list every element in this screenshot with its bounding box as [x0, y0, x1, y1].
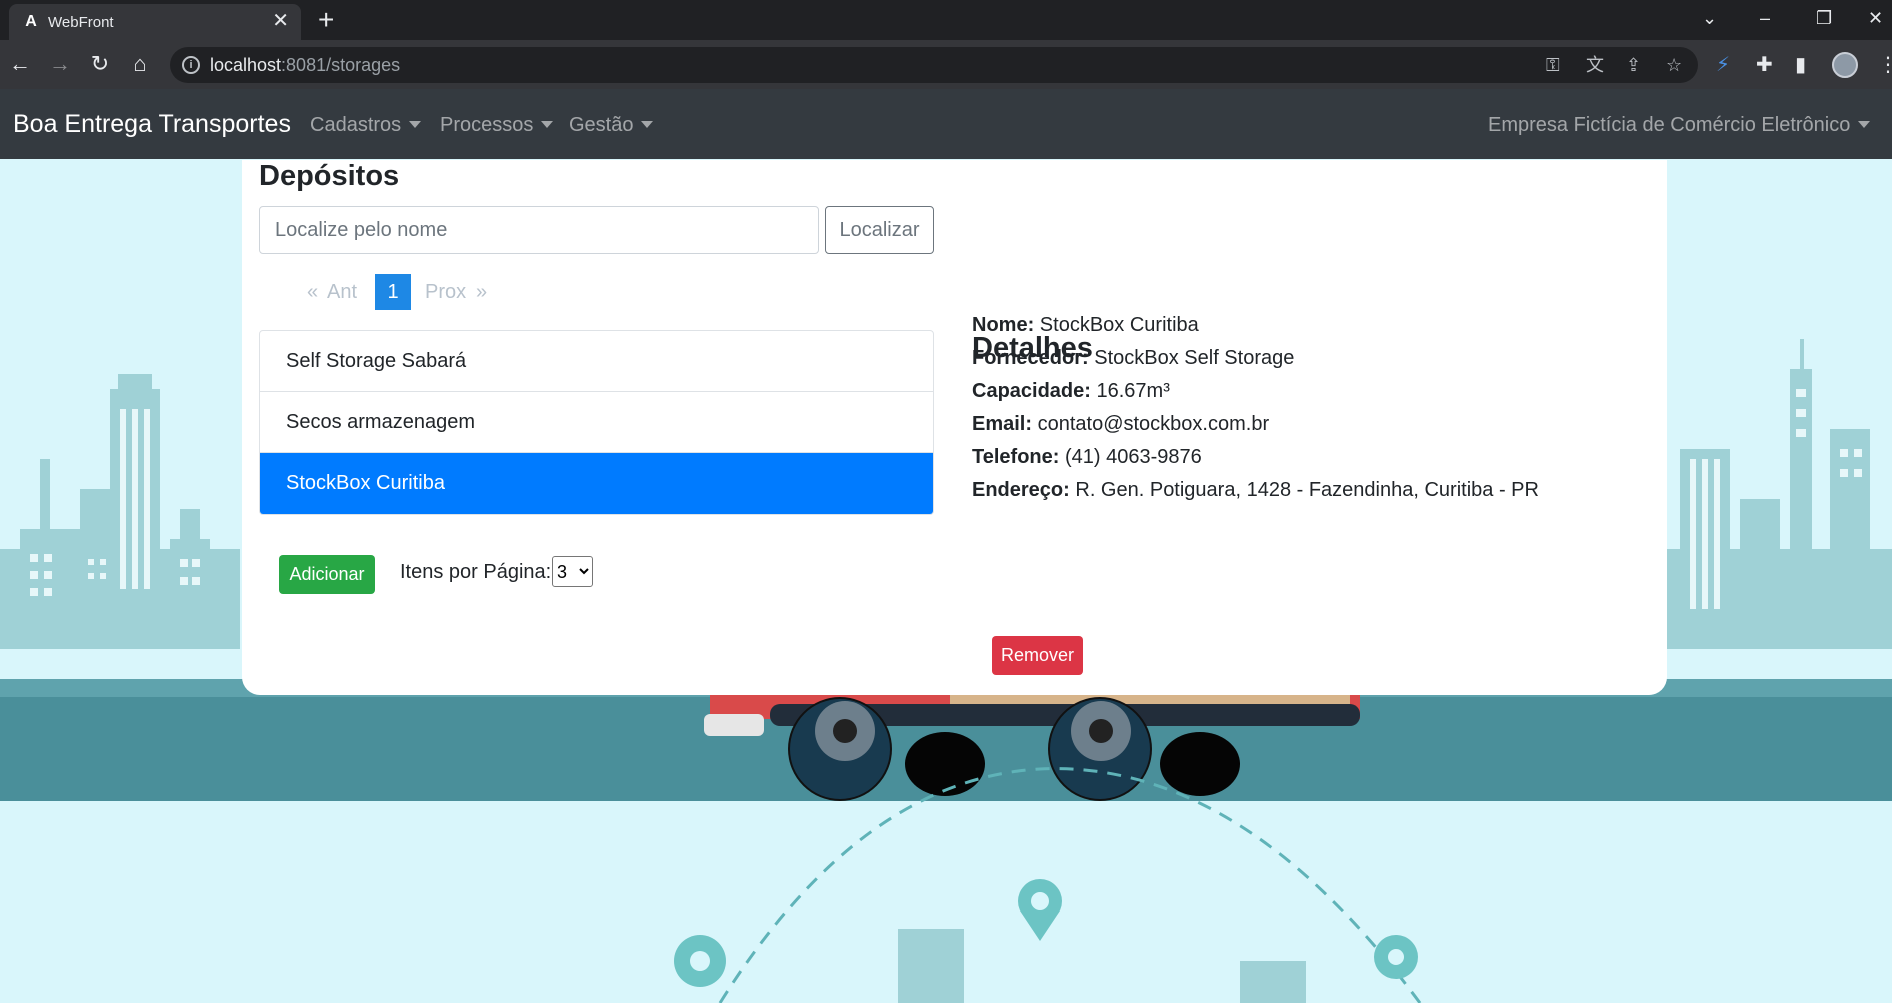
nav-gestao[interactable]: Gestão [569, 114, 654, 137]
page-next[interactable]: Prox [425, 274, 466, 310]
search-button[interactable]: Localizar [825, 206, 934, 254]
add-button[interactable]: Adicionar [279, 555, 375, 594]
avatar[interactable] [1832, 52, 1858, 78]
detail-value: R. Gen. Potiguara, 1428 - Fazendinha, Cu… [1075, 479, 1539, 501]
page-first[interactable]: « [307, 274, 318, 310]
page-current[interactable]: 1 [375, 274, 411, 310]
detail-label: Fornecedor: [972, 347, 1089, 369]
detail-name: Nome: StockBox Curitiba [972, 314, 1199, 337]
restore-icon[interactable]: ❐ [1816, 6, 1832, 30]
detail-value: StockBox Curitiba [1039, 314, 1199, 336]
share-icon[interactable]: ⇪ [1626, 55, 1641, 75]
detail-label: Email: [972, 413, 1033, 435]
nav-processos-label: Processos [440, 114, 534, 136]
caret-down-icon [541, 121, 554, 128]
home-icon[interactable]: ⌂ [126, 51, 154, 77]
back-icon[interactable]: ← [6, 51, 34, 77]
tab-title: WebFront [48, 14, 114, 31]
per-page-select[interactable]: 3 [552, 556, 593, 587]
detail-address: Endereço: R. Gen. Potiguara, 1428 - Faze… [972, 479, 1539, 502]
browser-toolbar: ← → ↻ ⌂ i localhost:8081/storages ⚿ 文 ⇪ … [0, 40, 1892, 89]
url-host: localhost [210, 55, 282, 75]
detail-value: contato@stockbox.com.br [1037, 413, 1270, 435]
list-item-selected[interactable]: StockBox Curitiba [260, 453, 933, 514]
page-last[interactable]: » [476, 274, 487, 310]
nav-company-label: Empresa Fictícia de Comércio Eletrônico [1488, 114, 1851, 136]
caret-down-icon [1858, 121, 1871, 128]
browser-tab[interactable]: A WebFront ✕ [9, 4, 301, 40]
angular-icon: A [25, 13, 37, 30]
detail-label: Endereço: [972, 479, 1070, 501]
star-icon[interactable]: ☆ [1666, 55, 1682, 75]
remove-button[interactable]: Remover [992, 636, 1083, 675]
nav-cadastros-label: Cadastros [310, 114, 402, 136]
chevron-down-icon[interactable]: ⌄ [1702, 6, 1717, 30]
detail-label: Capacidade: [972, 380, 1091, 402]
list-item[interactable]: Secos armazenagem [260, 392, 933, 453]
browser-tab-bar: A WebFront ✕ + ⌄ – ❐ ✕ [0, 0, 1892, 40]
search-input[interactable] [259, 206, 819, 254]
nav-cadastros[interactable]: Cadastros [310, 114, 422, 137]
forward-icon[interactable]: → [46, 51, 74, 77]
reload-icon[interactable]: ↻ [86, 51, 114, 77]
nav-gestao-label: Gestão [569, 114, 634, 136]
puzzle-icon[interactable]: ✚ [1756, 55, 1773, 75]
detail-value: (41) 4063-9876 [1064, 446, 1202, 468]
caret-down-icon [409, 121, 422, 128]
url-text[interactable]: localhost:8081/storages [210, 55, 400, 76]
nav-company[interactable]: Empresa Fictícia de Comércio Eletrônico [1488, 114, 1871, 137]
detail-label: Nome: [972, 314, 1035, 336]
extension-icon[interactable]: ⚡ [1716, 55, 1730, 75]
storages-card: Depósitos Localizar « Ant 1 Prox » Self … [242, 160, 1667, 695]
info-icon[interactable]: i [182, 56, 200, 74]
window-close-icon[interactable]: ✕ [1868, 6, 1883, 30]
kebab-menu-icon[interactable]: ⋮ [1878, 55, 1892, 75]
detail-phone: Telefone: (41) 4063-9876 [972, 446, 1202, 469]
nav-processos[interactable]: Processos [440, 114, 554, 137]
caret-down-icon [641, 121, 654, 128]
translate-icon[interactable]: 文 [1586, 55, 1604, 75]
new-tab-icon[interactable]: + [318, 5, 334, 35]
storage-list: Self Storage Sabará Secos armazenagem St… [259, 330, 934, 515]
page-title: Depósitos [259, 160, 400, 192]
side-panel-icon[interactable]: ▮ [1795, 55, 1806, 75]
brand[interactable]: Boa Entrega Transportes [13, 110, 291, 139]
key-icon[interactable]: ⚿ [1546, 55, 1560, 75]
list-item[interactable]: Self Storage Sabará [260, 331, 933, 392]
address-bar[interactable]: i localhost:8081/storages ⚿ 文 ⇪ ☆ [170, 47, 1698, 83]
detail-capacity: Capacidade: 16.67m³ [972, 380, 1170, 403]
detail-value: 16.67m³ [1096, 380, 1170, 402]
detail-supplier: Fornecedor: StockBox Self Storage [972, 347, 1294, 370]
detail-label: Telefone: [972, 446, 1060, 468]
minimize-icon[interactable]: – [1760, 6, 1770, 30]
detail-value: StockBox Self Storage [1094, 347, 1295, 369]
url-path: :8081/storages [281, 55, 401, 75]
close-icon[interactable]: ✕ [272, 11, 289, 31]
per-page-label: Itens por Página: [400, 561, 552, 583]
app-navbar: Boa Entrega Transportes Cadastros Proces… [0, 89, 1892, 159]
page-prev[interactable]: Ant [327, 274, 357, 310]
detail-email: Email: contato@stockbox.com.br [972, 413, 1269, 436]
